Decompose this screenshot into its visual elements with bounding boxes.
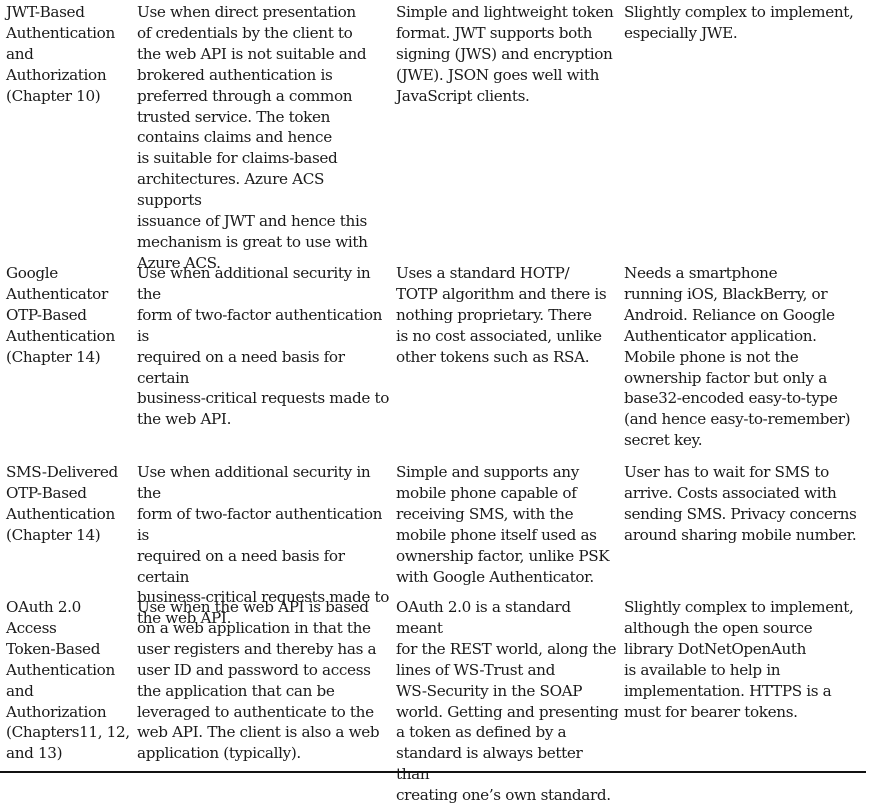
- weaknesses-cell: Slightly complex to implement, especiall…: [624, 3, 854, 42]
- weaknesses-cell: Needs a smartphone running iOS, BlackBer…: [624, 264, 851, 450]
- mechanism-cell: JWT-Based Authentication and Authorizati…: [6, 3, 115, 105]
- when-to-use-cell: Use when the web API is based on a web a…: [137, 598, 380, 763]
- when-to-use-cell: Use when additional security in the form…: [137, 264, 390, 429]
- strengths-cell: Simple and supports any mobile phone cap…: [396, 463, 610, 586]
- mechanism-cell: SMS-Delivered OTP-Based Authentication (…: [6, 463, 118, 544]
- weaknesses-cell: User has to wait for SMS to arrive. Cost…: [624, 463, 857, 544]
- strengths-cell: Uses a standard HOTP/ TOTP algorithm and…: [396, 264, 607, 366]
- table-bottom-rule: [0, 771, 866, 773]
- when-to-use-cell: Use when direct presentation of credenti…: [137, 3, 368, 272]
- mechanism-cell: OAuth 2.0 Access Token-Based Authenticat…: [6, 598, 130, 763]
- weaknesses-cell: Slightly complex to implement, although …: [624, 598, 854, 721]
- mechanism-cell: Google Authenticator OTP-Based Authentic…: [6, 264, 115, 366]
- strengths-cell: Simple and lightweight token format. JWT…: [396, 3, 614, 105]
- strengths-cell: OAuth 2.0 is a standard meant for the RE…: [396, 598, 619, 805]
